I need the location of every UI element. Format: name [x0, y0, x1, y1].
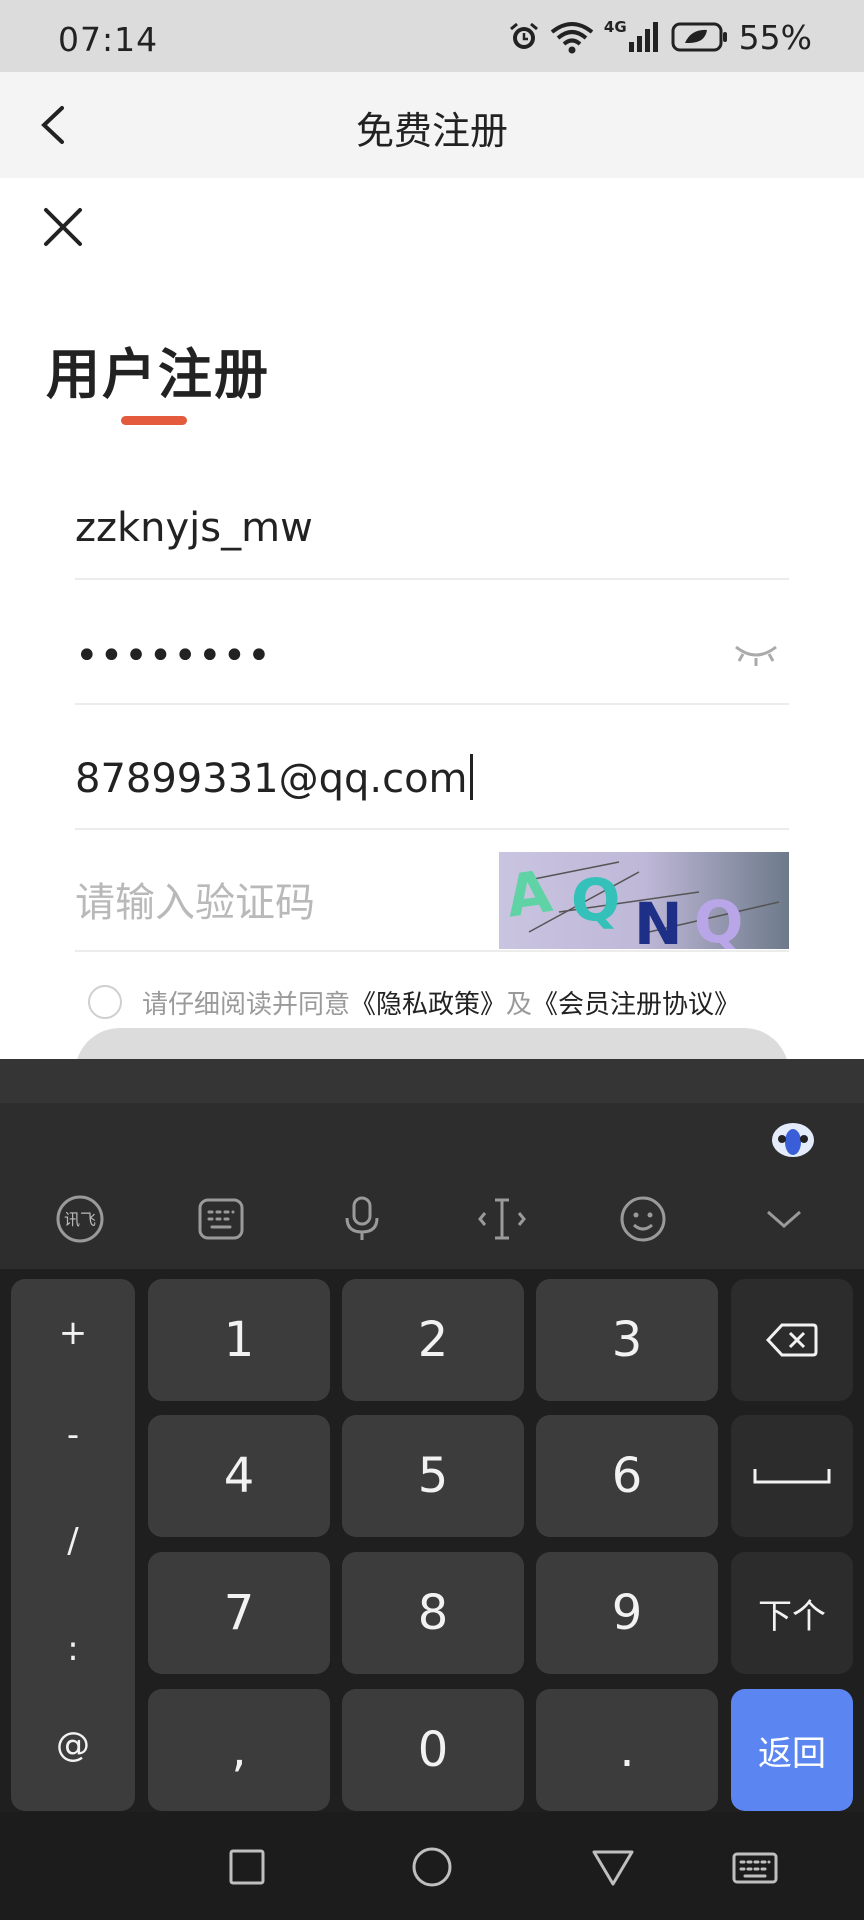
- privacy-policy-link[interactable]: 《隐私政策》: [350, 990, 506, 1020]
- emoji-icon[interactable]: [613, 1189, 673, 1249]
- space-key[interactable]: [731, 1415, 853, 1537]
- key-comma[interactable]: ,: [148, 1689, 330, 1811]
- captcha-letter-3: N: [634, 890, 683, 949]
- collapse-keyboard-icon[interactable]: [754, 1189, 814, 1249]
- key-0[interactable]: 0: [342, 1689, 524, 1811]
- captcha-letter-2: Q: [571, 866, 620, 934]
- back-triangle-icon[interactable]: [588, 1842, 638, 1892]
- alarm-icon: [509, 22, 538, 49]
- backspace-icon: [766, 1323, 818, 1357]
- key-at[interactable]: @: [11, 1725, 135, 1765]
- captcha-field: A Q N Q: [75, 852, 789, 952]
- home-icon[interactable]: [407, 1842, 457, 1892]
- key-plus[interactable]: +: [11, 1313, 135, 1353]
- captcha-letter-1: A: [502, 857, 556, 931]
- battery-icon: [671, 22, 727, 52]
- space-icon: [753, 1469, 831, 1484]
- nav-bar: 免费注册: [0, 72, 864, 178]
- keyboard-toolbar: 讯飞: [0, 1179, 864, 1259]
- microphone-icon[interactable]: [332, 1189, 392, 1249]
- page-title: 用户注册: [46, 343, 270, 406]
- key-9[interactable]: 9: [536, 1552, 718, 1674]
- key-dot[interactable]: .: [536, 1689, 718, 1811]
- next-key[interactable]: 下个: [731, 1552, 853, 1674]
- keyboard-keys: + - / : @ 1 2 3 4 5 6 7 8 9 下个 , 0 . 返回: [0, 1269, 864, 1861]
- agree-text: 请仔细阅读并同意《隐私政策》及《会员注册协议》: [142, 984, 740, 1021]
- key-4[interactable]: 4: [148, 1415, 330, 1537]
- agree-checkbox[interactable]: [88, 985, 122, 1019]
- wifi-icon: [550, 22, 594, 54]
- key-1[interactable]: 1: [148, 1279, 330, 1401]
- key-8[interactable]: 8: [342, 1552, 524, 1674]
- signal-icon: [628, 22, 658, 52]
- key-5[interactable]: 5: [342, 1415, 524, 1537]
- input-method-icon[interactable]: 讯飞: [50, 1189, 110, 1249]
- password-input[interactable]: ••••••••: [75, 633, 272, 679]
- status-time: 07:14: [58, 20, 159, 59]
- backspace-key[interactable]: [731, 1279, 853, 1401]
- captcha-letter-4: Q: [694, 888, 743, 949]
- system-nav-bar: [0, 1812, 864, 1920]
- cursor-move-icon[interactable]: [472, 1189, 532, 1249]
- key-slash[interactable]: /: [11, 1521, 135, 1561]
- soft-keyboard: 讯飞 + - / : @ 1 2 3 4 5 6 7 8 9 下个 , 0 . …: [0, 1059, 864, 1861]
- key-minus[interactable]: -: [11, 1415, 135, 1455]
- return-key[interactable]: 返回: [731, 1689, 853, 1811]
- agreement-row: 请仔细阅读并同意《隐私政策》及《会员注册协议》: [88, 984, 740, 1020]
- username-field: [75, 490, 789, 580]
- battery-percent: 55%: [738, 17, 812, 57]
- email-input[interactable]: 87899331@qq.com: [75, 754, 473, 802]
- captcha-image[interactable]: A Q N Q: [499, 852, 789, 949]
- title-underline: [121, 416, 187, 425]
- recents-icon[interactable]: [222, 1842, 272, 1892]
- keyboard-mascot-icon[interactable]: [770, 1119, 816, 1159]
- password-field: ••••••••: [75, 615, 789, 705]
- agree-prefix: 请仔细阅读并同意: [142, 989, 351, 1020]
- key-6[interactable]: 6: [536, 1415, 718, 1537]
- key-7[interactable]: 7: [148, 1552, 330, 1674]
- text-caret: [469, 754, 473, 800]
- email-field: 87899331@qq.com: [75, 740, 789, 830]
- agree-and: 及: [506, 989, 533, 1020]
- eye-closed-icon[interactable]: [733, 639, 779, 669]
- status-icons: 4G 55%: [508, 17, 812, 57]
- keyboard-switch-icon[interactable]: [730, 1842, 780, 1892]
- email-text: 87899331@qq.com: [75, 756, 468, 802]
- member-agreement-link[interactable]: 《会员注册协议》: [532, 990, 740, 1020]
- close-icon[interactable]: [40, 204, 86, 250]
- key-2[interactable]: 2: [342, 1279, 524, 1401]
- status-bar: 07:14 4G 55%: [0, 0, 864, 72]
- svg-text:讯飞: 讯飞: [64, 1210, 96, 1229]
- keyboard-top-strip: [0, 1059, 864, 1103]
- keyboard-layout-icon[interactable]: [191, 1189, 251, 1249]
- username-input[interactable]: [75, 490, 789, 566]
- key-colon[interactable]: :: [11, 1629, 135, 1669]
- network-type: 4G: [603, 18, 627, 36]
- symbol-column[interactable]: + - / : @: [11, 1279, 135, 1811]
- nav-title: 免费注册: [355, 109, 508, 153]
- key-3[interactable]: 3: [536, 1279, 718, 1401]
